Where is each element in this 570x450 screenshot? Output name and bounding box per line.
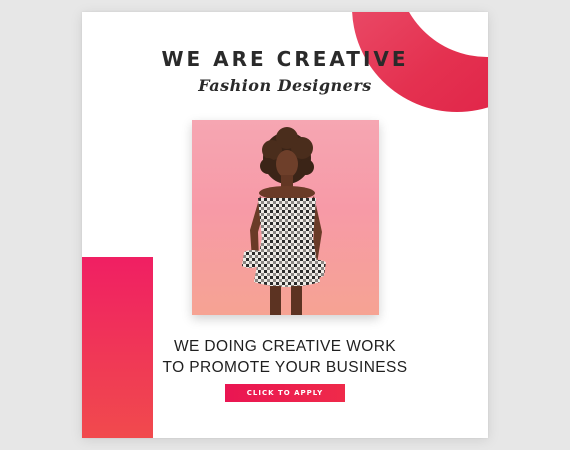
fashion-model-illustration <box>242 127 326 315</box>
headline-line-2: TO PROMOTE YOUR BUSINESS <box>162 359 408 376</box>
promo-card: WE ARE CREATIVE Fashion Designers WE DOI… <box>82 12 488 438</box>
click-to-apply-button[interactable]: CLICK TO APPLY <box>225 384 345 402</box>
headline-line-1: WE DOING CREATIVE WORK <box>173 338 397 355</box>
model-photo <box>192 120 379 315</box>
card-subtitle: Fashion Designers <box>198 76 372 95</box>
card-title: WE ARE CREATIVE <box>161 47 409 71</box>
canvas-background: WE ARE CREATIVE Fashion Designers WE DOI… <box>0 0 570 450</box>
